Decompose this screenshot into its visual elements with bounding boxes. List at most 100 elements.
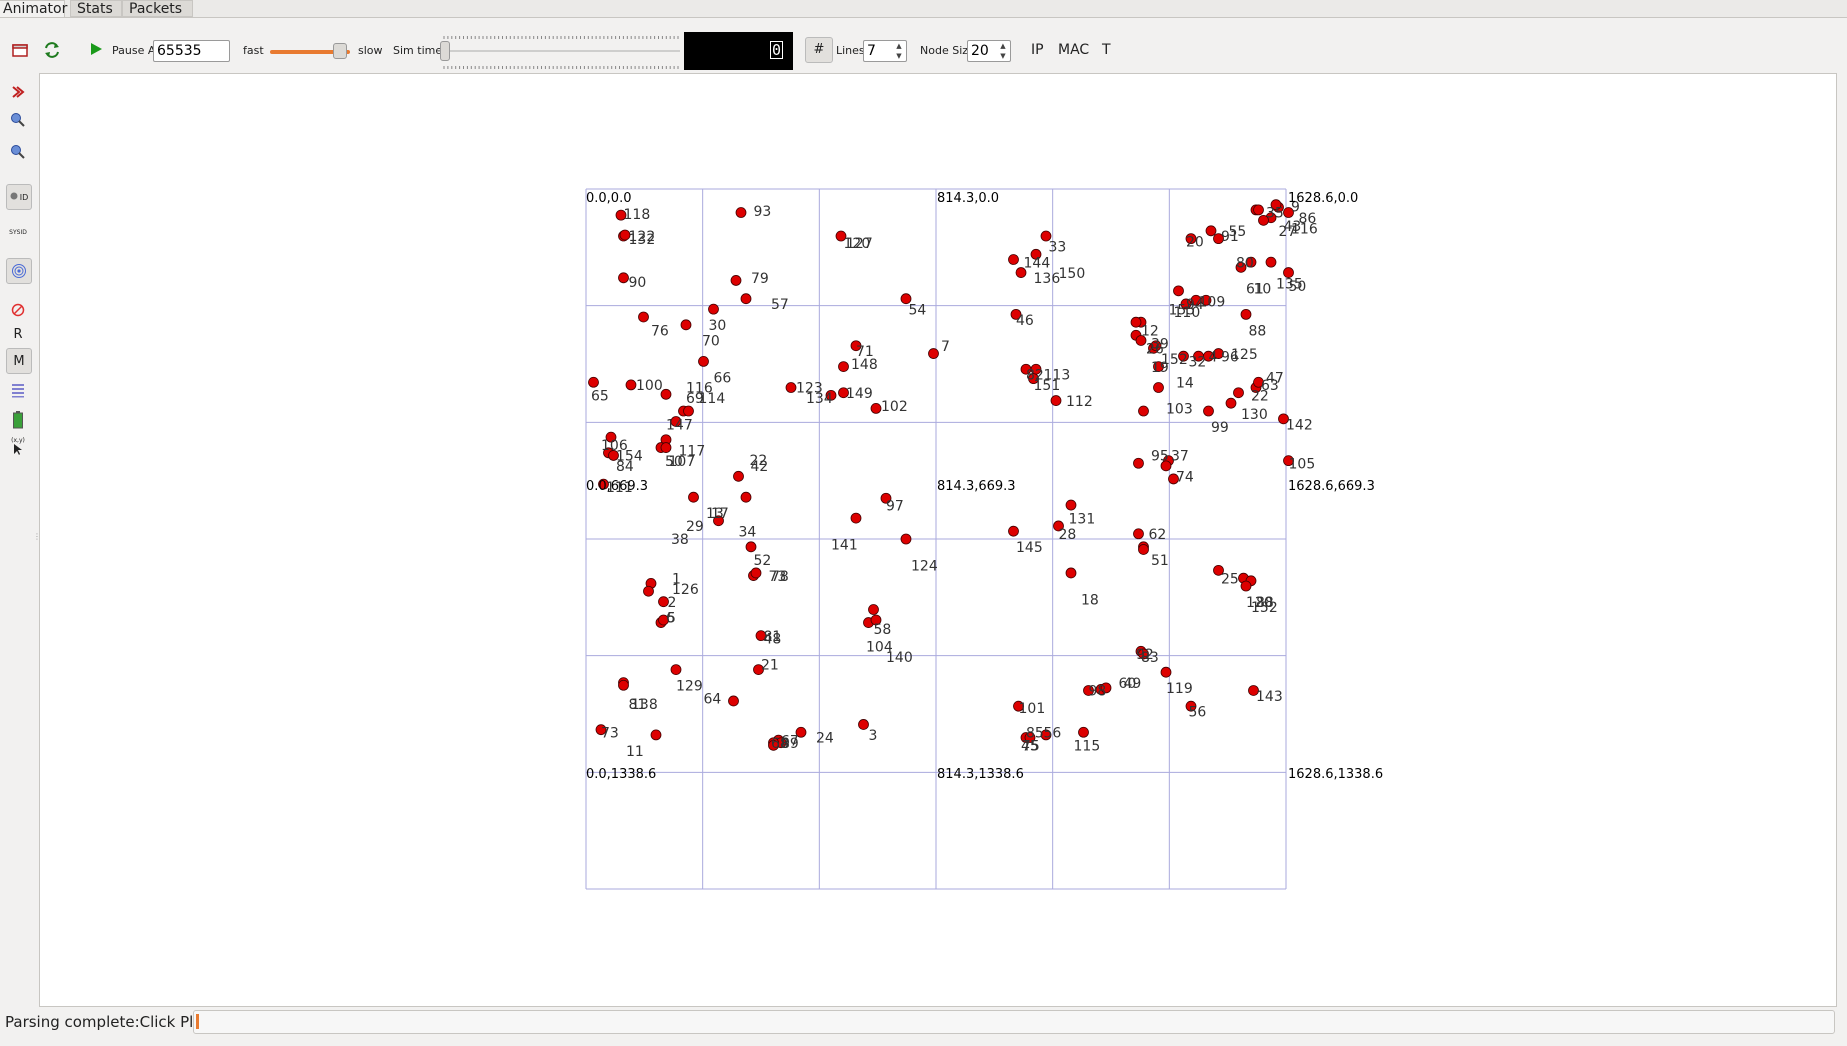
node-dot[interactable] <box>730 275 742 286</box>
zoom-in-icon[interactable] <box>6 108 30 132</box>
node-dot[interactable] <box>785 382 797 393</box>
node-dot[interactable] <box>1240 580 1252 592</box>
splitter-handle[interactable]: ⋮ <box>33 532 41 544</box>
node-dot[interactable] <box>680 319 692 331</box>
node-label: 73 <box>601 726 619 742</box>
node-label: 27 <box>1279 224 1297 240</box>
routing-button[interactable]: R <box>6 322 30 346</box>
ip-button[interactable]: IP <box>1031 42 1044 58</box>
node-dot[interactable] <box>1050 395 1062 406</box>
node-dot[interactable] <box>735 207 747 218</box>
pause-at-input[interactable] <box>153 40 230 62</box>
node-dot[interactable] <box>1138 405 1149 417</box>
node-dot[interactable] <box>1203 405 1214 417</box>
toolbar: Pause At fast slow Sim time 0 # Lines ▲▼… <box>0 30 1847 72</box>
node-dot[interactable] <box>740 293 752 305</box>
node-dot[interactable] <box>858 719 869 730</box>
node-label: 76 <box>651 323 669 339</box>
sim-time-slider[interactable] <box>440 32 680 70</box>
node-dot[interactable] <box>660 442 672 453</box>
lines-spin-arrows-icon[interactable]: ▲ ▼ <box>894 41 904 63</box>
status-message: Parsing complete:Click Play <box>5 1013 212 1031</box>
battery-icon[interactable] <box>6 408 30 432</box>
node-label: 103 <box>1166 402 1193 418</box>
node-label: 143 <box>1256 689 1283 705</box>
node-dot[interactable] <box>638 311 649 323</box>
reload-icon[interactable] <box>40 38 64 62</box>
node-dot[interactable] <box>1240 308 1252 320</box>
grid-label-top-mid: 814.3,0.0 <box>937 191 999 206</box>
speed-slider-handle[interactable] <box>333 43 347 59</box>
node-dot[interactable] <box>643 585 654 597</box>
node-dot[interactable] <box>750 567 762 579</box>
topology-canvas[interactable]: 118 122 132 90 76 30 70 93 79 57 66 65 100 116 69 114 14… <box>39 73 1837 1007</box>
node-dot[interactable] <box>1008 525 1019 537</box>
mouse-position-button[interactable]: (x,y) <box>6 434 30 458</box>
node-dot[interactable] <box>1078 726 1089 738</box>
node-dot[interactable] <box>618 679 629 691</box>
node-label: 100 <box>636 378 663 394</box>
node-dot[interactable] <box>670 664 682 675</box>
node-dot[interactable] <box>698 355 709 367</box>
open-file-icon[interactable] <box>8 38 32 62</box>
sim-time-slider-handle[interactable] <box>440 41 450 61</box>
node-dot[interactable] <box>900 533 912 545</box>
grid-toggle-button[interactable]: # <box>805 37 833 63</box>
node-dot[interactable] <box>1253 204 1264 216</box>
node-dot[interactable] <box>838 361 849 373</box>
node-dot[interactable] <box>1138 544 1149 555</box>
node-dot[interactable] <box>1173 285 1184 297</box>
node-dot[interactable] <box>588 376 599 388</box>
node-dot[interactable] <box>618 272 629 284</box>
tab-packets[interactable]: Packets <box>122 0 193 17</box>
node-label: 101 <box>1019 701 1046 717</box>
node-dot[interactable] <box>868 604 879 615</box>
node-size-spin-arrows-icon[interactable]: ▲ ▼ <box>998 41 1008 63</box>
topology-view[interactable]: 1181221329076 30709379576665100 1166911414… <box>40 74 1836 1006</box>
node-dot[interactable] <box>650 729 662 741</box>
node-dot[interactable] <box>1225 397 1237 409</box>
node-dot[interactable] <box>928 348 939 359</box>
node-dot[interactable] <box>688 491 699 503</box>
node-dot[interactable] <box>870 403 882 414</box>
node-dot[interactable] <box>1133 457 1144 469</box>
node-label: 65 <box>591 389 609 405</box>
node-dot[interactable] <box>850 512 862 524</box>
node-dot[interactable] <box>728 695 739 707</box>
node-dot[interactable] <box>1265 256 1277 268</box>
show-node-id-button[interactable]: ID <box>6 184 32 210</box>
node-label: 136 <box>1034 271 1061 287</box>
show-sysid-button[interactable]: SYSID <box>6 220 30 244</box>
node-dot[interactable] <box>1065 499 1077 511</box>
node-dot[interactable] <box>1153 382 1164 393</box>
play-icon[interactable] <box>84 37 108 61</box>
node-dot[interactable] <box>733 470 744 482</box>
metadata-button[interactable]: M <box>6 348 32 374</box>
fast-forward-icon[interactable] <box>6 80 30 104</box>
node-dot[interactable] <box>1133 528 1144 540</box>
node-dot[interactable] <box>1205 225 1217 237</box>
node-label: 79 <box>751 271 769 287</box>
node-dot[interactable] <box>740 491 752 503</box>
zoom-out-icon[interactable] <box>6 140 30 164</box>
node-dot[interactable] <box>625 379 637 391</box>
node-dot[interactable] <box>708 303 719 315</box>
node-dot[interactable] <box>683 405 694 417</box>
node-dot[interactable] <box>1160 666 1172 678</box>
node-label: 97 <box>886 498 904 514</box>
node-label: 48 <box>764 631 782 647</box>
packet-list-icon[interactable] <box>6 378 30 402</box>
t-button[interactable]: T <box>1102 42 1111 58</box>
mac-button[interactable]: MAC <box>1058 42 1089 58</box>
no-entry-icon[interactable] <box>6 298 30 322</box>
node-label: 25 <box>1221 571 1239 587</box>
node-label: 148 <box>851 357 878 373</box>
node-dot[interactable] <box>1065 567 1077 579</box>
node-dot[interactable] <box>745 541 757 553</box>
node-dot[interactable] <box>1008 254 1019 265</box>
tab-animator[interactable]: Animator <box>0 0 67 17</box>
wireless-circles-icon[interactable] <box>6 258 32 284</box>
node-dot[interactable] <box>1233 387 1244 399</box>
node-dot[interactable] <box>1130 316 1142 328</box>
tab-stats[interactable]: Stats <box>70 0 122 17</box>
